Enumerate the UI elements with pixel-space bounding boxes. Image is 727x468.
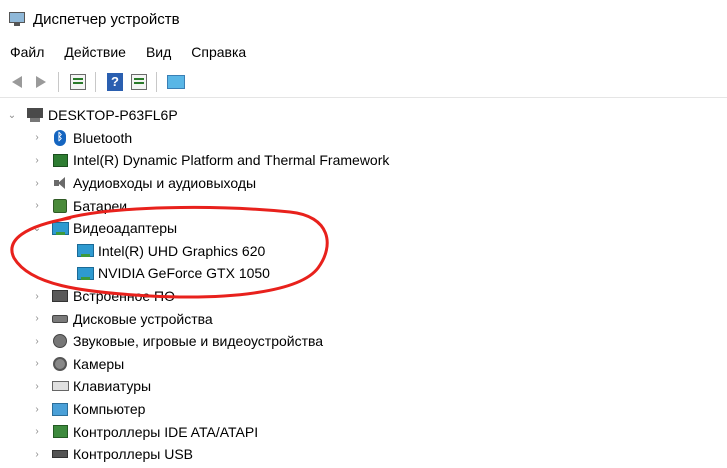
toolbar-separator [95, 71, 96, 92]
tree-item-label: Клавиатуры [73, 378, 152, 395]
scan-hardware-button[interactable] [165, 71, 187, 93]
toolbar-separator [156, 71, 157, 92]
menu-view[interactable]: Вид [136, 44, 181, 60]
title-bar: Диспетчер устройств [0, 0, 727, 38]
tree-item-audio-io[interactable]: › Аудиовходы и аудиовыходы [0, 172, 727, 195]
display-adapter-icon [51, 220, 69, 236]
properties-button[interactable] [128, 71, 150, 93]
tree-item-keyboards[interactable]: › Клавиатуры [0, 375, 727, 398]
back-button[interactable] [6, 71, 28, 93]
tree-item-nvidia-gtx-1050[interactable]: NVIDIA GeForce GTX 1050 [0, 262, 727, 285]
firmware-icon [51, 288, 69, 304]
menu-file[interactable]: Файл [0, 44, 54, 60]
display-adapter-icon [76, 265, 94, 281]
properties-icon [131, 73, 147, 90]
tree-item-computer[interactable]: › Компьютер [0, 398, 727, 421]
expand-chevron-icon[interactable]: › [30, 358, 44, 369]
help-icon: ? [107, 72, 123, 91]
console-tree-icon [70, 73, 86, 90]
toolbar: ? [0, 66, 727, 98]
tree-item-label: Контроллеры USB [73, 446, 193, 463]
tree-item-display-adapters[interactable]: ⌄ Видеоадаптеры [0, 217, 727, 240]
tree-item-label: Встроенное ПО [73, 288, 175, 305]
monitor-icon [167, 74, 185, 89]
tree-item-label: Звуковые, игровые и видеоустройства [73, 333, 324, 350]
forward-button[interactable] [30, 71, 52, 93]
device-tree: ⌄ DESKTOP-P63FL6P › ᛒ Bluetooth › Intel(… [0, 104, 727, 466]
tree-item-label: Контроллеры IDE ATA/ATAPI [73, 423, 259, 440]
disk-icon [51, 311, 69, 327]
bluetooth-icon: ᛒ [51, 129, 69, 146]
expand-chevron-icon[interactable]: › [30, 449, 44, 460]
back-arrow-icon [12, 75, 22, 88]
expand-chevron-icon[interactable]: › [30, 381, 44, 392]
display-adapter-icon [76, 243, 94, 259]
computer-icon [51, 401, 69, 417]
tree-item-firmware[interactable]: › Встроенное ПО [0, 285, 727, 308]
tree-item-label: Intel(R) Dynamic Platform and Thermal Fr… [73, 152, 390, 169]
toolbar-separator [58, 71, 59, 92]
tree-item-label: Компьютер [73, 401, 146, 418]
tree-item-label: Bluetooth [73, 129, 133, 146]
help-button[interactable]: ? [104, 71, 126, 93]
expand-chevron-icon[interactable]: › [30, 404, 44, 415]
expand-chevron-icon[interactable]: › [30, 132, 44, 143]
tree-item-cameras[interactable]: › Камеры [0, 353, 727, 376]
expand-chevron-icon[interactable]: › [30, 178, 44, 189]
battery-icon [51, 198, 69, 214]
tree-item-batteries[interactable]: › Батареи [0, 194, 727, 217]
forward-arrow-icon [36, 75, 46, 88]
menu-help[interactable]: Справка [181, 44, 256, 60]
usb-icon [51, 446, 69, 462]
tree-item-intel-uhd-620[interactable]: Intel(R) UHD Graphics 620 [0, 240, 727, 263]
keyboard-icon [51, 378, 69, 394]
tree-item-label: Дисковые устройства [73, 310, 213, 327]
tree-item-label: Камеры [73, 355, 125, 372]
window-title: Диспетчер устройств [33, 10, 180, 28]
tree-item-label: Батареи [73, 197, 128, 214]
tree-item-usb-controllers[interactable]: › Контроллеры USB [0, 443, 727, 466]
tree-item-disk-drives[interactable]: › Дисковые устройства [0, 307, 727, 330]
tree-item-intel-dptf[interactable]: › Intel(R) Dynamic Platform and Thermal … [0, 149, 727, 172]
tree-item-sound-video-game[interactable]: › Звуковые, игровые и видеоустройства [0, 330, 727, 353]
menu-action[interactable]: Действие [54, 44, 136, 60]
ide-controller-icon [51, 424, 69, 440]
tree-item-label: Видеоадаптеры [73, 220, 178, 237]
tree-item-label: Аудиовходы и аудиовыходы [73, 175, 257, 192]
device-manager-icon [9, 12, 25, 26]
expand-chevron-icon[interactable]: › [30, 200, 44, 211]
expand-chevron-icon[interactable]: › [30, 291, 44, 302]
speaker-icon [51, 175, 69, 191]
tree-item-label: Intel(R) UHD Graphics 620 [98, 242, 266, 259]
computer-icon [26, 107, 44, 123]
tree-item-ide-controllers[interactable]: › Контроллеры IDE ATA/ATAPI [0, 420, 727, 443]
tree-root-label: DESKTOP-P63FL6P [48, 107, 178, 124]
tree-root[interactable]: ⌄ DESKTOP-P63FL6P [0, 104, 727, 127]
tree-item-bluetooth[interactable]: › ᛒ Bluetooth [0, 127, 727, 150]
expand-chevron-icon[interactable]: › [30, 313, 44, 324]
sound-icon [51, 333, 69, 349]
chip-icon [51, 152, 69, 168]
collapse-chevron-icon[interactable]: ⌄ [5, 110, 19, 121]
tree-item-label: NVIDIA GeForce GTX 1050 [98, 265, 270, 282]
expand-chevron-icon[interactable]: › [30, 426, 44, 437]
collapse-chevron-icon[interactable]: ⌄ [30, 223, 44, 234]
expand-chevron-icon[interactable]: › [30, 336, 44, 347]
menu-bar: Файл Действие Вид Справка [0, 38, 727, 66]
show-hide-console-tree-button[interactable] [67, 71, 89, 93]
camera-icon [51, 356, 69, 372]
expand-chevron-icon[interactable]: › [30, 155, 44, 166]
